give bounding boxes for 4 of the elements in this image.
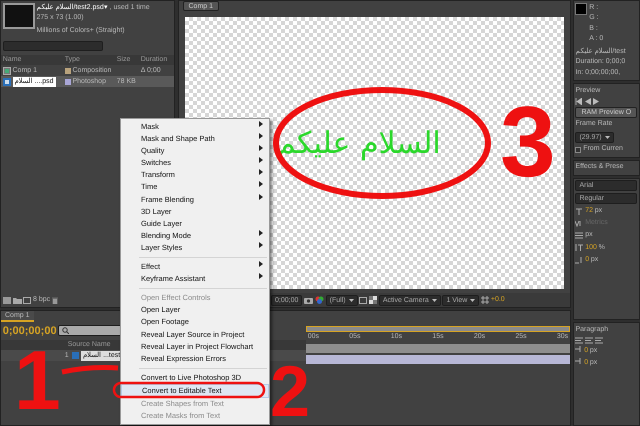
annotation-number: 1 bbox=[14, 338, 61, 422]
annotation-number: 2 bbox=[270, 356, 310, 426]
annotation-number: 3 bbox=[500, 92, 556, 192]
canvas-text: السلام عليكم bbox=[277, 124, 441, 162]
